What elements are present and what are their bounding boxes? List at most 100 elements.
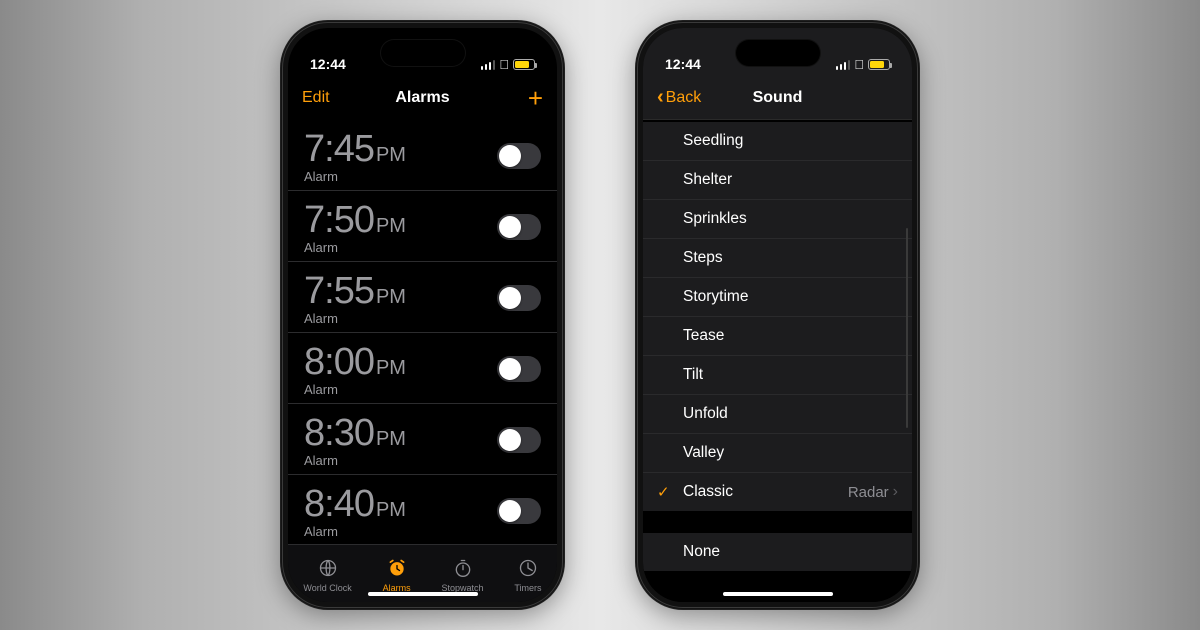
alarm-label: Alarm	[304, 453, 406, 468]
screen-alarms: 12:44 􀙇 Edit Alarms + 7:45 PM Alarm 7:50	[288, 28, 557, 602]
alarm-row[interactable]: 8:30 PM Alarm	[288, 404, 557, 475]
alarm-toggle[interactable]	[497, 427, 541, 453]
tab-label: Timers	[514, 583, 541, 593]
sound-group-none: None	[643, 533, 912, 571]
alarm-label: Alarm	[304, 524, 406, 539]
status-time: 12:44	[310, 56, 346, 72]
screen-sound: 12:44 􀙇 ‹ Back Sound Seedling Shelter Spri…	[643, 28, 912, 602]
status-time: 12:44	[665, 56, 701, 72]
signal-icon	[836, 60, 851, 70]
alarm-toggle[interactable]	[497, 356, 541, 382]
alarm-row[interactable]: 8:00 PM Alarm	[288, 333, 557, 404]
edit-button[interactable]: Edit	[302, 89, 330, 107]
timer-icon	[518, 558, 538, 581]
home-indicator[interactable]	[723, 592, 833, 597]
sound-name: Tease	[683, 327, 724, 345]
wifi-icon: 􀙇	[854, 57, 864, 72]
sound-list[interactable]: Seedling Shelter Sprinkles Steps Storytime Te…	[643, 120, 912, 602]
dynamic-island	[736, 40, 820, 66]
sound-row[interactable]: Valley	[643, 434, 912, 473]
alarm-meridiem: PM	[376, 499, 406, 522]
add-alarm-button[interactable]: +	[528, 85, 543, 111]
tab-world-clock[interactable]: World Clock	[303, 558, 351, 593]
sound-name: Classic	[683, 483, 733, 501]
phone-frame-sound: 12:44 􀙇 ‹ Back Sound Seedling Shelter Spri…	[635, 20, 920, 610]
sound-row[interactable]: Storytime	[643, 278, 912, 317]
tab-label: World Clock	[303, 583, 351, 593]
signal-icon	[481, 60, 496, 70]
alarm-label: Alarm	[304, 311, 406, 326]
sound-name: None	[683, 543, 720, 561]
back-button[interactable]: ‹ Back	[657, 86, 717, 109]
sound-row[interactable]: Steps	[643, 239, 912, 278]
phone-frame-alarms: 12:44 􀙇 Edit Alarms + 7:45 PM Alarm 7:50	[280, 20, 565, 610]
sound-detail: Radar ›	[848, 483, 898, 501]
alarm-time-value: 7:45	[304, 128, 374, 171]
sound-row-none[interactable]: None	[643, 533, 912, 571]
alarm-meridiem: PM	[376, 144, 406, 167]
alarm-label: Alarm	[304, 169, 406, 184]
alarm-row[interactable]: 7:50 PM Alarm	[288, 191, 557, 262]
battery-icon	[868, 59, 890, 70]
sound-group-ringtones: Seedling Shelter Sprinkles Steps Storytime Te…	[643, 122, 912, 511]
alarm-list[interactable]: 7:45 PM Alarm 7:50 PM Alarm 7:55 PM Alar…	[288, 120, 557, 544]
tab-stopwatch[interactable]: Stopwatch	[441, 558, 483, 593]
chevron-right-icon: ›	[893, 483, 898, 501]
page-title: Sound	[717, 89, 838, 107]
sound-name: Shelter	[683, 171, 732, 189]
sound-name: Steps	[683, 249, 723, 267]
alarm-time-block: 8:00 PM Alarm	[304, 341, 406, 397]
tab-timers[interactable]: Timers	[514, 558, 541, 593]
alarm-time-value: 8:00	[304, 341, 374, 384]
alarm-meridiem: PM	[376, 215, 406, 238]
alarm-row[interactable]: 7:55 PM Alarm	[288, 262, 557, 333]
chevron-left-icon: ‹	[657, 86, 664, 109]
sound-name: Valley	[683, 444, 724, 462]
wifi-icon: 􀙇	[499, 57, 509, 72]
alarm-time-block: 8:40 PM Alarm	[304, 483, 406, 539]
navbar-sound: ‹ Back Sound	[643, 76, 912, 120]
status-icons: 􀙇	[836, 57, 890, 72]
alarm-clock-icon	[387, 558, 407, 581]
alarm-time-value: 8:30	[304, 412, 374, 455]
back-label: Back	[666, 89, 702, 107]
alarm-time-value: 7:55	[304, 270, 374, 313]
alarm-toggle[interactable]	[497, 143, 541, 169]
alarm-toggle[interactable]	[497, 498, 541, 524]
alarm-row[interactable]: 7:45 PM Alarm	[288, 120, 557, 191]
home-indicator[interactable]	[368, 592, 478, 597]
sound-name: Unfold	[683, 405, 728, 423]
alarm-label: Alarm	[304, 240, 406, 255]
navbar-alarms: Edit Alarms +	[288, 76, 557, 120]
alarm-toggle[interactable]	[497, 285, 541, 311]
stopwatch-icon	[453, 558, 473, 581]
tab-alarms[interactable]: Alarms	[383, 558, 411, 593]
alarm-meridiem: PM	[376, 357, 406, 380]
battery-icon	[513, 59, 535, 70]
sound-row[interactable]: Tilt	[643, 356, 912, 395]
scroll-indicator[interactable]	[906, 228, 909, 428]
sound-row[interactable]: Sprinkles	[643, 200, 912, 239]
alarm-time-block: 7:45 PM Alarm	[304, 128, 406, 184]
sound-name: Seedling	[683, 132, 743, 150]
sound-row-classic[interactable]: ✓ Classic Radar ›	[643, 473, 912, 511]
sound-row[interactable]: Tease	[643, 317, 912, 356]
alarm-time-block: 8:30 PM Alarm	[304, 412, 406, 468]
sound-row[interactable]: Unfold	[643, 395, 912, 434]
alarm-time-value: 8:40	[304, 483, 374, 526]
globe-icon	[318, 558, 338, 581]
sound-row[interactable]: Seedling	[643, 122, 912, 161]
alarm-time-block: 7:55 PM Alarm	[304, 270, 406, 326]
sound-name: Sprinkles	[683, 210, 747, 228]
alarm-toggle[interactable]	[497, 214, 541, 240]
dynamic-island	[381, 40, 465, 66]
status-icons: 􀙇	[481, 57, 535, 72]
sound-row[interactable]: Shelter	[643, 161, 912, 200]
sound-name: Storytime	[683, 288, 748, 306]
alarm-time-block: 7:50 PM Alarm	[304, 199, 406, 255]
sound-name: Tilt	[683, 366, 703, 384]
alarm-time-value: 7:50	[304, 199, 374, 242]
alarm-row[interactable]: 8:40 PM Alarm	[288, 475, 557, 544]
alarm-label: Alarm	[304, 382, 406, 397]
alarm-meridiem: PM	[376, 286, 406, 309]
